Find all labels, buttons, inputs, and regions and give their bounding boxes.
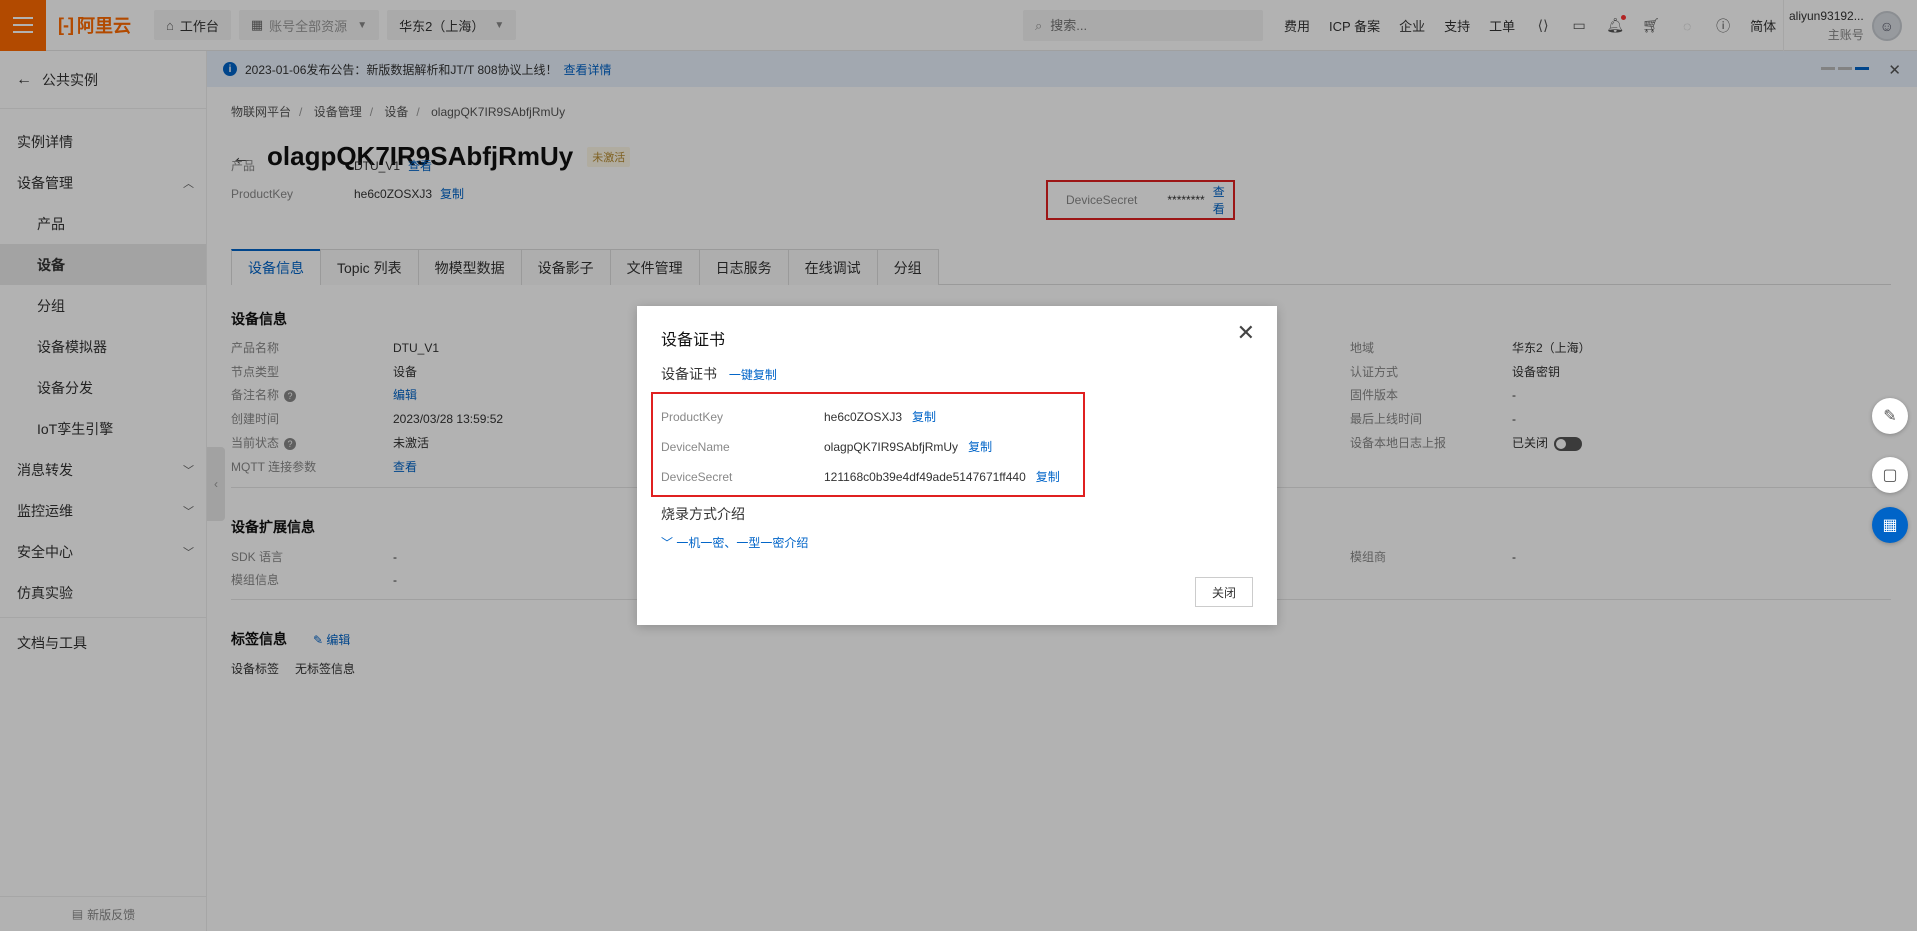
burn-title: 烧录方式介绍 — [661, 506, 745, 522]
cert-subtitle-row: 设备证书 一键复制 — [661, 364, 777, 384]
cred-row-devicesecret: DeviceSecret 121168c0b39e4df49ade5147671f… — [661, 470, 1060, 484]
copy-devicename-button[interactable]: 复制 — [968, 440, 992, 454]
edit-float-button[interactable]: ✎ — [1872, 398, 1908, 434]
cert-subtitle: 设备证书 — [661, 366, 717, 382]
chat-float-button[interactable]: ▢ — [1872, 457, 1908, 493]
cred-row-devicename: DeviceName olagpQK7IR9SAbfjRmUy 复制 — [661, 440, 993, 454]
cred-row-productkey: ProductKey he6c0ZOSXJ3 复制 — [661, 410, 937, 424]
dialog-title: 设备证书 — [661, 332, 726, 349]
certificate-dialog: 设备证书 ✕ 设备证书 一键复制 ProductKey he6c0ZOSXJ3 复制… — [637, 306, 1277, 625]
pencil-icon: ✎ — [1883, 408, 1897, 425]
chat-icon: ▢ — [1882, 467, 1898, 484]
close-icon[interactable]: ✕ — [1237, 322, 1255, 344]
chevron-down-icon: ﹀ — [661, 536, 674, 550]
apps-float-button[interactable]: ▦ — [1872, 507, 1908, 543]
copy-devicesecret-button[interactable]: 复制 — [1036, 470, 1060, 484]
copy-all-link[interactable]: 一键复制 — [729, 368, 777, 382]
copy-productkey-button[interactable]: 复制 — [912, 410, 936, 424]
apps-icon: ▦ — [1882, 517, 1898, 534]
burn-intro-toggle[interactable]: ﹀ 一机一密、一型一密介绍 — [661, 534, 808, 551]
close-button[interactable]: 关闭 — [1195, 577, 1253, 607]
